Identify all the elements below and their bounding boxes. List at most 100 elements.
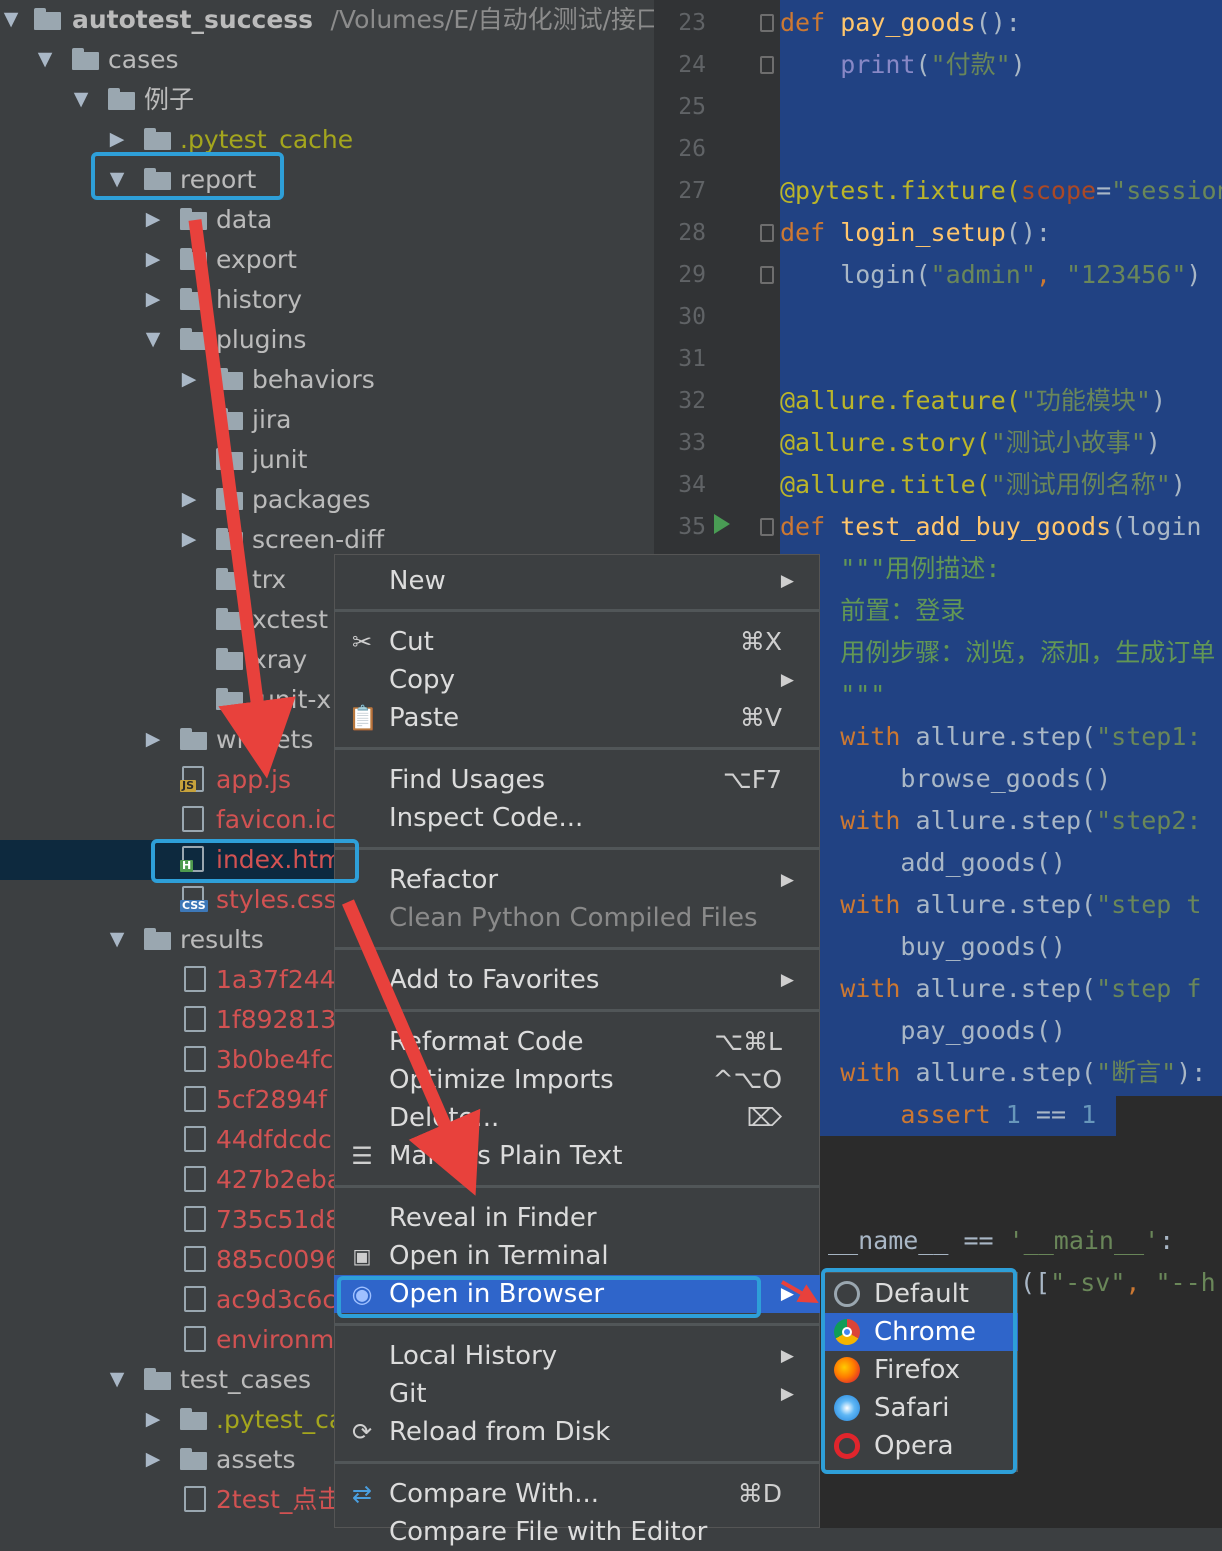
- chevron-right-icon[interactable]: ▶: [142, 1444, 164, 1474]
- code-line: login("admin", "123456"): [780, 260, 1202, 289]
- line-number: 33: [678, 430, 706, 456]
- chevron-right-icon[interactable]: ▶: [142, 244, 164, 274]
- chevron-down-icon[interactable]: ▼: [70, 84, 92, 114]
- folder-icon: [216, 486, 244, 512]
- menu-item-find-usages[interactable]: Find Usages ⌥F7: [334, 761, 820, 799]
- folder-icon: [216, 646, 244, 672]
- menu-item-local-history[interactable]: Local History ▶: [334, 1337, 820, 1375]
- line-number: 28: [678, 220, 706, 246]
- line-number: 24: [678, 52, 706, 78]
- menu-item-cut[interactable]: ✂ Cut ⌘X: [334, 623, 820, 661]
- tree-item-label: styles.css: [216, 885, 337, 914]
- line-number: 32: [678, 388, 706, 414]
- menu-item-paste[interactable]: 📋 Paste ⌘V: [334, 699, 820, 737]
- tree-item-jira[interactable]: jira: [0, 400, 654, 440]
- menu-item-inspect-code[interactable]: Inspect Code...: [334, 799, 820, 837]
- tree-item-plugins[interactable]: ▼ plugins: [0, 320, 654, 360]
- folder-icon: [72, 46, 100, 72]
- menu-item-delete[interactable]: Delete... ⌦: [334, 1099, 820, 1137]
- run-icon[interactable]: [714, 514, 730, 534]
- menu-item-mark-as-plain-text[interactable]: ☰ Mark as Plain Text: [334, 1137, 820, 1175]
- code-line: assert 1 == 1: [780, 1100, 1097, 1129]
- menu-item-compare-with[interactable]: ⇄ Compare With... ⌘D: [334, 1475, 820, 1513]
- menu-item-add-to-favorites[interactable]: Add to Favorites ▶: [334, 961, 820, 999]
- chevron-right-icon[interactable]: ▶: [178, 364, 200, 394]
- tree-item-label: results: [180, 925, 264, 954]
- scissors-icon: ✂: [351, 628, 373, 656]
- chevron-down-icon[interactable]: ▼: [34, 44, 56, 74]
- code-line: @allure.title("测试用例名称"): [780, 470, 1186, 499]
- tree-item-label: 427b2eba: [216, 1165, 343, 1194]
- menu-item-open-in-terminal[interactable]: ▣ Open in Terminal: [334, 1237, 820, 1275]
- tree-item-label: 5cf2894f: [216, 1085, 327, 1114]
- menu-item-refactor[interactable]: Refactor ▶: [334, 861, 820, 899]
- menu-item-clean-python-compiled-files: Clean Python Compiled Files: [389, 903, 758, 933]
- properties-file-icon: [184, 1326, 206, 1352]
- tree-item-junit[interactable]: junit: [0, 440, 654, 480]
- tree-item-example[interactable]: ▼ 例子: [0, 80, 654, 120]
- chevron-right-icon: ▶: [780, 571, 794, 591]
- menu-item-new[interactable]: New ▶: [334, 562, 820, 600]
- tree-item-label: 44dfdcdc: [216, 1125, 332, 1154]
- file-type-tag: JS: [180, 779, 197, 792]
- chevron-right-icon[interactable]: ▶: [178, 484, 200, 514]
- chevron-down-icon[interactable]: ▼: [142, 324, 164, 354]
- line-number: 35: [678, 514, 706, 540]
- chevron-down-icon[interactable]: ▼: [106, 1364, 128, 1394]
- menu-item-copy[interactable]: Copy ▶: [334, 661, 820, 699]
- folder-icon: [180, 286, 208, 312]
- tree-item-data[interactable]: ▶ data: [0, 200, 654, 240]
- fold-icon[interactable]: [760, 266, 774, 284]
- fold-icon[interactable]: [760, 518, 774, 536]
- menu-item-git[interactable]: Git ▶: [334, 1375, 820, 1413]
- chevron-right-icon: ▶: [780, 970, 794, 990]
- tree-item-history[interactable]: ▶ history: [0, 280, 654, 320]
- compare-icon: ⇄: [351, 1480, 373, 1508]
- chevron-right-icon[interactable]: ▶: [142, 1404, 164, 1434]
- menu-item-reload-from-disk[interactable]: ⟳ Reload from Disk: [334, 1413, 820, 1451]
- tree-item-label: junit-x: [252, 685, 332, 714]
- folder-icon: [216, 686, 244, 712]
- chevron-down-icon[interactable]: ▼: [106, 924, 128, 954]
- chevron-right-icon[interactable]: ▶: [178, 524, 200, 554]
- chevron-down-icon[interactable]: ▼: [0, 4, 22, 34]
- tree-item-cases[interactable]: ▼ cases: [0, 40, 654, 80]
- folder-icon: [180, 206, 208, 232]
- tree-item-export[interactable]: ▶ export: [0, 240, 654, 280]
- menu-separator: [334, 1461, 820, 1464]
- fold-icon[interactable]: [760, 56, 774, 74]
- tree-item-label: 735c51d8: [216, 1205, 342, 1234]
- tree-root[interactable]: ▼ autotest_success /Volumes/E/自动化测试/接口: [0, 0, 654, 40]
- fold-icon[interactable]: [760, 14, 774, 32]
- annotation-box-open-in-browser: [337, 1276, 761, 1318]
- chevron-right-icon[interactable]: ▶: [142, 204, 164, 234]
- tree-item-label: cases: [108, 45, 179, 74]
- code-line: pay_goods(): [780, 1016, 1066, 1045]
- tree-item-packages[interactable]: ▶ packages: [0, 480, 654, 520]
- code-line: with allure.step("step t: [780, 890, 1202, 919]
- code-line: """: [780, 680, 886, 709]
- chevron-right-icon[interactable]: ▶: [142, 284, 164, 314]
- menu-item-compare-file-with-editor[interactable]: Compare File with Editor: [334, 1513, 820, 1551]
- fold-icon[interactable]: [760, 224, 774, 242]
- menu-item-reveal-in-finder[interactable]: Reveal in Finder: [334, 1199, 820, 1237]
- tree-item-label: trx: [252, 565, 287, 594]
- tree-item-label: packages: [252, 485, 371, 514]
- tree-item-label: assets: [216, 1445, 296, 1474]
- menu-separator: [334, 747, 820, 750]
- tree-item-behaviors[interactable]: ▶ behaviors: [0, 360, 654, 400]
- chevron-right-icon[interactable]: ▶: [106, 124, 128, 154]
- menu-separator: [334, 847, 820, 850]
- menu-separator: [334, 1323, 820, 1326]
- menu-item-optimize-imports[interactable]: Optimize Imports ^⌥O: [334, 1061, 820, 1099]
- json-file-icon: [184, 1006, 206, 1032]
- tree-item-label: 3b0be4fc: [216, 1045, 334, 1074]
- tree-item-label: plugins: [216, 325, 307, 354]
- chevron-right-icon: ▶: [780, 870, 794, 890]
- line-number: 25: [678, 94, 706, 120]
- menu-item-reformat-code[interactable]: Reformat Code ⌥⌘L: [334, 1023, 820, 1061]
- code-line: buy_goods(): [780, 932, 1066, 961]
- folder-icon: [216, 446, 244, 472]
- chevron-right-icon[interactable]: ▶: [142, 724, 164, 754]
- image-file-icon: [184, 1166, 206, 1192]
